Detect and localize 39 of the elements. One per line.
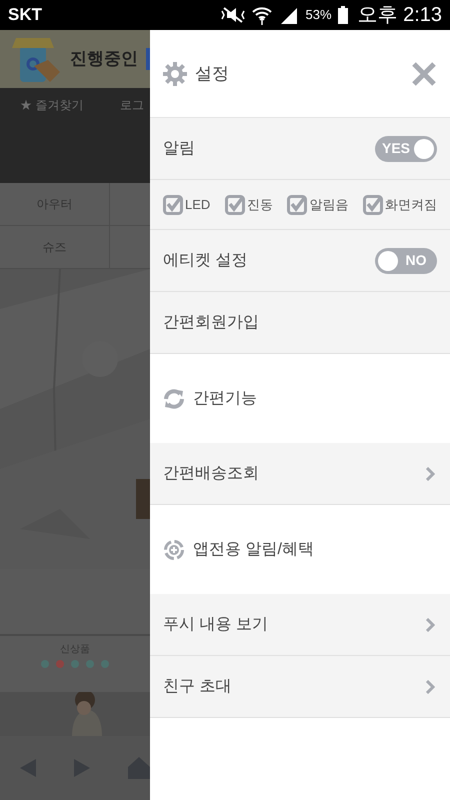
- nav-link[interactable]: 로그: [120, 96, 144, 114]
- setting-label: 에티켓 설정: [163, 250, 248, 270]
- menu-item[interactable]: 간편배송조회: [150, 443, 450, 505]
- chevron-icon: [426, 680, 435, 694]
- section-header: 앱전용 알림/혜택: [193, 540, 314, 560]
- nav-link[interactable]: ★ 즐겨찾기: [0, 96, 120, 114]
- wifi-icon: [251, 5, 274, 25]
- menu-item[interactable]: 푸시 내용 보기: [150, 594, 450, 656]
- checkbox[interactable]: [362, 194, 383, 214]
- chevron-icon: [426, 466, 435, 480]
- forward-arrow-icon: [74, 759, 90, 777]
- chevron-icon: [426, 618, 435, 632]
- checkbox-label: 화면켜짐: [384, 196, 437, 214]
- section-header: 간편기능: [193, 388, 257, 408]
- setting-label: 알림: [163, 138, 195, 158]
- carrier-name: SKT: [8, 4, 42, 26]
- mute-icon: [221, 6, 246, 24]
- close-icon: [411, 60, 437, 86]
- back-arrow-icon: [20, 759, 36, 777]
- toggle-switch[interactable]: YES: [375, 136, 437, 162]
- battery-percent: 53%: [305, 6, 332, 24]
- battery-icon: [338, 6, 348, 24]
- checkbox-label: LED: [185, 196, 210, 214]
- checkbox[interactable]: [287, 194, 308, 214]
- checkbox[interactable]: [163, 194, 183, 214]
- checkbox[interactable]: [224, 194, 245, 214]
- checkbox-label: 진동: [246, 196, 273, 214]
- drawer-title: 설정: [195, 62, 229, 85]
- toggle-switch[interactable]: NO: [375, 248, 437, 274]
- refresh-icon: [163, 388, 185, 410]
- site-title: 진행중인: [70, 48, 138, 70]
- signal-icon: [279, 6, 300, 24]
- close-button[interactable]: [410, 60, 438, 88]
- home-icon: [128, 757, 150, 779]
- menu-item[interactable]: 친구 초대: [150, 656, 450, 718]
- target-icon: [163, 538, 185, 560]
- clock: 오후 2:13: [358, 3, 442, 28]
- menu-item[interactable]: 간편회원가입: [150, 292, 450, 354]
- checkbox-label: 알림음: [309, 196, 348, 214]
